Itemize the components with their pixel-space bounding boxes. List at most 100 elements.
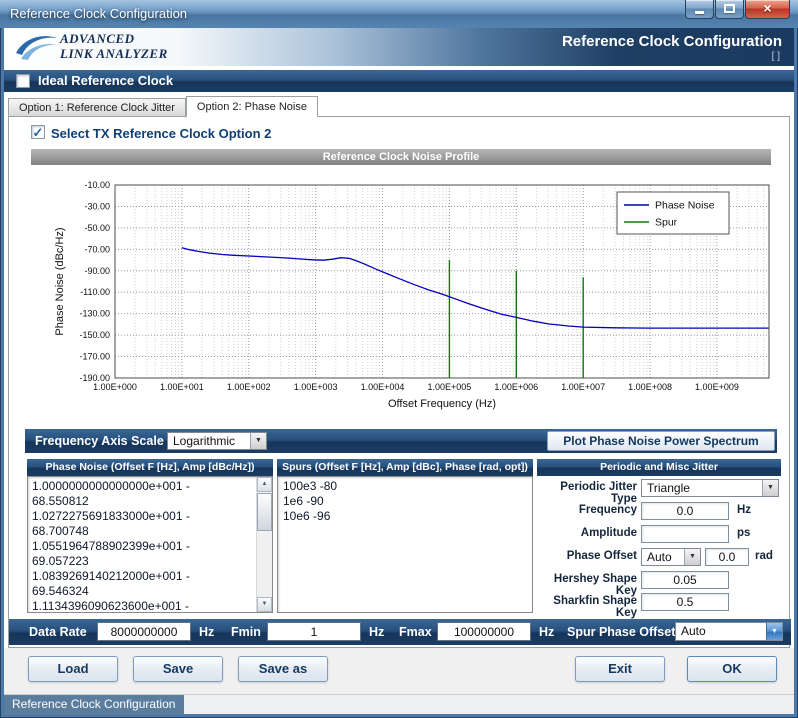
status-text: Reference Clock Configuration [4,695,184,715]
phase-noise-lines: 1.0000000000000000e+001 -68.5508121.0272… [32,479,268,613]
periodic-jitter-type-row: Periodic Jitter Type Triangle ▼ [537,479,781,499]
phase-offset-input[interactable] [705,548,749,566]
tab-option2-phase-noise[interactable]: Option 2: Phase Noise [186,96,318,117]
svg-text:-130.00: -130.00 [79,309,110,319]
exit-button[interactable]: Exit [575,656,665,682]
list-line[interactable]: 69.057223 [32,554,268,569]
svg-text:Spur: Spur [655,217,678,229]
ideal-reference-clock-checkbox[interactable] [16,74,30,88]
frequency-input[interactable] [641,502,729,520]
frequency-row: Frequency Hz [537,502,781,522]
svg-text:-170.00: -170.00 [79,352,110,362]
close-icon: × [746,0,789,17]
fmax-unit: Hz [539,625,554,639]
minimize-button[interactable] [685,0,714,19]
title-bar[interactable]: Reference Clock Configuration × [0,0,798,28]
svg-text:1.00E+002: 1.00E+002 [227,382,271,392]
ideal-reference-clock-label: Ideal Reference Clock [38,73,173,88]
frequency-axis-scale-label: Frequency Axis Scale [35,434,164,448]
list-line[interactable]: 68.550812 [32,494,268,509]
app-logo: ADVANCED LINK ANALYZER [60,31,168,61]
spurs-listbox[interactable]: 100e3 -801e6 -9010e6 -96 [277,476,533,613]
list-line[interactable]: 10e6 -96 [283,509,527,524]
list-line[interactable]: 1.0839269140212000e+001 - [32,569,268,584]
phase-noise-tab-page: ✓ Select TX Reference Clock Option 2 Ref… [8,116,790,648]
phase-offset-row: Phase Offset Auto ▼ rad [537,548,781,568]
frequency-axis-scale-select[interactable]: Logarithmic ▼ [167,432,267,450]
phase-offset-label: Phase Offset [537,550,637,562]
load-button[interactable]: Load [28,656,118,682]
svg-text:1.00E+004: 1.00E+004 [361,382,405,392]
fmax-input[interactable] [437,622,531,641]
list-line[interactable]: 68.700748 [32,524,268,539]
select-tx-reference-clock-checkbox[interactable]: ✓ [31,125,45,139]
spur-phase-offset-select[interactable]: Auto ▼ [675,622,783,641]
phase-noise-listbox[interactable]: 1.0000000000000000e+001 -68.5508121.0272… [27,476,273,613]
tab-option1-reference-clock-jitter[interactable]: Option 1: Reference Clock Jitter [8,98,186,116]
dialog-body: ADVANCED LINK ANALYZER Reference Clock C… [4,28,794,714]
fmin-label: Fmin [231,625,261,639]
page-title: Reference Clock Configuration [562,33,782,50]
list-line[interactable]: 1e6 -90 [283,494,527,509]
svg-text:1.00E+000: 1.00E+000 [93,382,137,392]
check-icon: ✓ [32,126,44,139]
scrollbar[interactable]: ▲ ▼ [256,477,272,612]
list-line[interactable]: 1.0551964788902399e+001 - [32,539,268,554]
ok-button[interactable]: OK [687,656,777,682]
list-line[interactable]: 69.546324 [32,584,268,599]
window-title: Reference Clock Configuration [10,6,187,21]
svg-text:1.00E+008: 1.00E+008 [628,382,672,392]
scrollbar-thumb[interactable] [257,493,272,531]
amplitude-input[interactable] [641,525,729,543]
spur-phase-offset-value: Auto [676,623,766,640]
hershey-shape-key-input[interactable] [641,571,729,589]
frequency-unit: Hz [737,504,751,516]
select-tx-reference-clock-label: Select TX Reference Clock Option 2 [51,126,271,141]
data-rate-input[interactable] [97,622,191,641]
spur-phase-offset-label: Spur Phase Offset [567,625,675,639]
maximize-icon [724,4,735,13]
maximize-button[interactable] [715,0,744,19]
list-line[interactable]: 1.0000000000000000e+001 - [32,479,268,494]
amplitude-unit: ps [737,527,750,539]
sharkfin-shape-key-label: Sharkfin Shape Key [537,595,637,619]
save-button[interactable]: Save [133,656,223,682]
amplitude-row: Amplitude ps [537,525,781,545]
phase-offset-mode-select[interactable]: Auto ▼ [641,548,701,566]
data-rate-label: Data Rate [29,625,87,639]
fmin-unit: Hz [369,625,384,639]
fmin-input[interactable] [267,622,361,641]
chevron-down-icon: ▼ [762,480,778,496]
svg-text:1.00E+005: 1.00E+005 [428,382,472,392]
scroll-up-icon[interactable]: ▲ [257,477,272,492]
svg-text:Offset Frequency (Hz): Offset Frequency (Hz) [388,398,496,410]
svg-text:-30.00: -30.00 [84,201,110,211]
list-line[interactable]: 1.1134396090623600e+001 - [32,599,268,613]
logo-swoosh-icon [14,32,58,62]
chart-title-bar: Reference Clock Noise Profile [31,149,771,165]
app-header: ADVANCED LINK ANALYZER Reference Clock C… [4,28,794,66]
save-as-button[interactable]: Save as [238,656,328,682]
sharkfin-shape-key-input[interactable] [641,593,729,611]
svg-text:-110.00: -110.00 [80,287,110,297]
phase-offset-unit: rad [755,550,773,562]
phase-noise-panel-header: Phase Noise (Offset F [Hz], Amp [dBc/Hz]… [27,459,273,476]
data-rate-unit: Hz [199,625,214,639]
close-button[interactable]: × [745,0,790,19]
svg-text:1.00E+007: 1.00E+007 [561,382,605,392]
list-line[interactable]: 1.0272275691833000e+001 - [32,509,268,524]
amplitude-label: Amplitude [537,527,637,539]
chevron-down-icon: ▼ [250,433,266,449]
sharkfin-shape-key-row: Sharkfin Shape Key [537,593,781,613]
status-bar: Reference Clock Configuration [4,694,794,714]
logo-line-1: ADVANCED [60,31,168,46]
spurs-panel-header: Spurs (Offset F [Hz], Amp [dBc], Phase [… [277,459,533,476]
app-window: Reference Clock Configuration × ADVANCED… [0,0,798,718]
periodic-jitter-type-select[interactable]: Triangle ▼ [641,479,779,497]
scroll-down-icon[interactable]: ▼ [257,597,272,612]
svg-text:-50.00: -50.00 [84,223,110,233]
plot-phase-noise-power-spectrum-button[interactable]: Plot Phase Noise Power Spectrum [547,431,775,451]
tab-strip: Option 1: Reference Clock Jitter Option … [8,96,318,117]
list-line[interactable]: 100e3 -80 [283,479,527,494]
svg-text:1.00E+001: 1.00E+001 [160,382,204,392]
